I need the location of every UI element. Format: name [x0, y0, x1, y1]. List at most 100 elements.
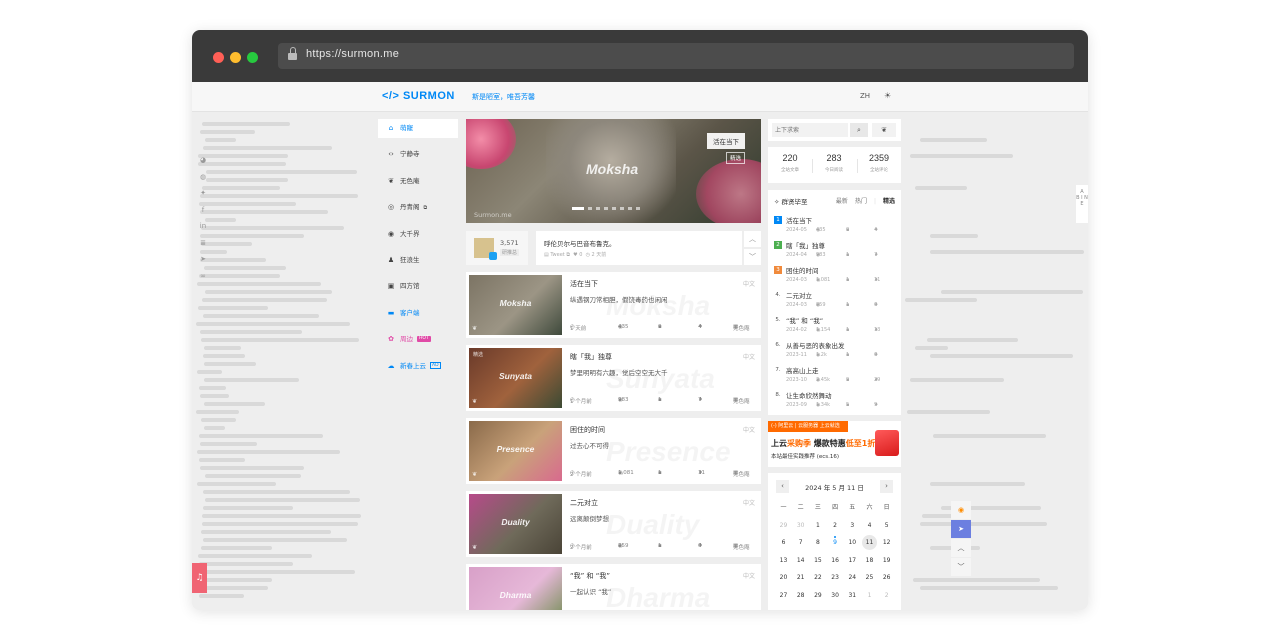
hot-tab[interactable]: 精选: [883, 198, 895, 205]
calendar-day[interactable]: 25: [862, 570, 877, 585]
site-logo[interactable]: </> SURMON: [382, 90, 455, 102]
article-title[interactable]: 活在当下: [570, 279, 598, 289]
calendar-day[interactable]: 6: [776, 535, 791, 550]
hot-item[interactable]: 7. 高高山上走 2023-10 ◉ 2.45k ▪ 9 ♦ 29: [774, 364, 896, 389]
hot-item[interactable]: 8. 让生命欣然舞动 2023-09 ◉ 1.34k ▪ 5 ♦ 9: [774, 389, 896, 414]
article-card[interactable]: Presence❦Presence困住的时间过去心不可得中文◷ 2 个月前◉ 1…: [466, 418, 761, 484]
minimize-window-button[interactable]: [230, 52, 241, 63]
calendar-day[interactable]: 14: [793, 553, 808, 568]
nav-item-9[interactable]: ✿ 周边 HOT: [378, 330, 458, 349]
ad-banner[interactable]: (-) 阿里云 | 云服务器 上云就选 上云采购季 爆款特惠低至1折 本站最佳实…: [768, 421, 901, 467]
article-thumbnail[interactable]: Moksha ❦: [469, 275, 562, 335]
calendar-day[interactable]: 2: [828, 518, 843, 533]
article-thumbnail[interactable]: Presence ❦: [469, 421, 562, 481]
article-title[interactable]: 二元对立: [570, 498, 598, 508]
calendar-day[interactable]: 18: [862, 553, 877, 568]
carousel-dot[interactable]: [572, 207, 584, 210]
hot-item[interactable]: 2 瞎「我」独尊 2024-04 ◉ 983 ▪ 1 ♦ 7: [774, 239, 896, 264]
calendar-day[interactable]: 17: [845, 553, 860, 568]
calendar-day[interactable]: 2: [879, 588, 894, 603]
hot-item-title[interactable]: 二元对立: [786, 290, 812, 300]
calendar-day[interactable]: 19: [879, 553, 894, 568]
search-input[interactable]: [772, 123, 848, 137]
calendar-day[interactable]: 4: [862, 518, 877, 533]
article-title[interactable]: 瞎「我」独尊: [570, 352, 612, 362]
nav-item-8[interactable]: ▬ 客户端: [378, 304, 458, 323]
tweet-profile[interactable]: 3,571 研推总: [466, 231, 528, 265]
carousel-pagination[interactable]: [572, 195, 644, 214]
hot-item-title[interactable]: 困住的时间: [786, 265, 819, 275]
calendar-day[interactable]: 1: [862, 588, 877, 603]
address-bar[interactable]: https://surmon.me: [278, 43, 1074, 69]
article-card[interactable]: Moksha❦Moksha活在当下纵遇钢刀常相胆，假饶毒药也闲闲中文◷ 1 天前…: [466, 272, 761, 338]
calendar-day[interactable]: 20: [776, 570, 791, 585]
article-card[interactable]: Dharma❦Dharma“我” 和 “我”一起认识 “我”中文: [466, 564, 761, 610]
calendar-day[interactable]: 28: [793, 588, 808, 603]
article-thumbnail[interactable]: Sunyata 精选 ❦: [469, 348, 562, 408]
tweet-body[interactable]: 呼伦贝尔与巴音布鲁克。 ▤ Tweet ⧉ ♥ 0 ◷ 2 天前: [536, 231, 742, 265]
nav-item-4[interactable]: ◎ 丹青阁 ⧉: [378, 198, 458, 217]
calendar-day[interactable]: 27: [776, 588, 791, 603]
featured-carousel[interactable]: Moksha 活在当下 精选 Surmon.me: [466, 119, 761, 223]
hot-item[interactable]: 4. 二元对立 2024-03 ◉ 859 ▪ 1 ♦ 6: [774, 289, 896, 314]
hot-item[interactable]: 5. “我” 和 “我” 2024-02 ◉ 1,154 ▪ 1 ♦ 13: [774, 314, 896, 339]
calendar-day[interactable]: 21: [793, 570, 808, 585]
article-title[interactable]: “我” 和 “我”: [570, 571, 610, 581]
chevron-right-icon[interactable]: ›: [880, 480, 893, 493]
carousel-dot[interactable]: [612, 207, 616, 210]
calendar-day[interactable]: 15: [810, 553, 825, 568]
calendar-day[interactable]: 24: [845, 570, 860, 585]
calendar-day[interactable]: 9: [828, 535, 843, 550]
calendar-day[interactable]: 30: [828, 588, 843, 603]
hot-item[interactable]: 1 活在当下 2024-05 ◉ 435 ▪ 0 ♦ 4: [774, 214, 896, 239]
wechat-icon[interactable]: ◕: [196, 156, 210, 173]
chevron-down-icon[interactable]: ﹀: [951, 558, 971, 576]
search-icon[interactable]: ⌕: [850, 123, 868, 137]
linkedin-icon[interactable]: in: [196, 222, 210, 239]
calendar-day[interactable]: 26: [879, 570, 894, 585]
hot-tab[interactable]: 热门: [855, 198, 867, 205]
calendar-day[interactable]: 3: [845, 518, 860, 533]
nav-item-7[interactable]: ▣ 四方馆: [378, 277, 458, 296]
music-player-button[interactable]: ♫: [192, 563, 207, 593]
telegram-icon[interactable]: ➤: [196, 255, 210, 272]
nav-item-3[interactable]: ❦ 无色庵: [378, 172, 458, 191]
carousel-dot[interactable]: [604, 207, 608, 210]
calendar-day[interactable]: 12: [879, 535, 894, 550]
twitter-icon[interactable]: ✦: [196, 189, 210, 206]
carousel-dot[interactable]: [620, 207, 624, 210]
hot-item[interactable]: 6. 从善与恶的表象出发 2023-11 ◉ 1.2k ▪ 1 ♦ 6: [774, 339, 896, 364]
weibo-icon[interactable]: ◍: [196, 173, 210, 190]
hot-item-title[interactable]: 高高山上走: [786, 365, 819, 375]
hot-item[interactable]: 3 困住的时间 2024-03 ◉ 1,081 ▪ 1 ♦ 11: [774, 264, 896, 289]
calendar-day[interactable]: 13: [776, 553, 791, 568]
article-card[interactable]: Sunyata 精选 ❦Sunyata 瞎「我」独尊梦里明明有六趣，觉后空空无大千 中文…: [466, 345, 761, 411]
nav-item-6[interactable]: ♟ 狂浪生: [378, 251, 458, 270]
article-thumbnail[interactable]: Dharma❦: [469, 567, 562, 610]
article-title[interactable]: 困住的时间: [570, 425, 605, 435]
chevron-down-icon[interactable]: ﹀: [744, 249, 761, 265]
carousel-dot[interactable]: [596, 207, 600, 210]
calendar-day[interactable]: 29: [776, 518, 791, 533]
article-thumbnail[interactable]: Duality ❦: [469, 494, 562, 554]
hot-item-title[interactable]: 从善与恶的表象出发: [786, 340, 845, 350]
nav-item-5[interactable]: ◉ 大千界: [378, 225, 458, 244]
hot-tab[interactable]: 最新: [836, 198, 848, 205]
hot-item-title[interactable]: 让生命欣然舞动: [786, 390, 832, 400]
nav-item-1[interactable]: ⌂ 萌寵: [378, 119, 458, 138]
calendar-day[interactable]: 10: [845, 535, 860, 550]
carousel-dot[interactable]: [628, 207, 632, 210]
calendar-day[interactable]: 11: [862, 535, 877, 551]
hot-item-title[interactable]: 活在当下: [786, 215, 812, 225]
calendar-day[interactable]: 16: [828, 553, 843, 568]
lotus-icon[interactable]: ❦: [872, 123, 896, 137]
link-icon[interactable]: ∞: [196, 272, 210, 289]
calendar-day[interactable]: 8: [810, 535, 825, 550]
hot-item-title[interactable]: 瞎「我」独尊: [786, 240, 825, 250]
calendar-day[interactable]: 5: [879, 518, 894, 533]
calendar-day[interactable]: 7: [793, 535, 808, 550]
calendar-day[interactable]: 22: [810, 570, 825, 585]
nav-item-10[interactable]: ☁ 新春上云 AD: [378, 357, 458, 376]
facebook-icon[interactable]: f: [196, 206, 210, 223]
menu-icon[interactable]: ≣: [196, 239, 210, 256]
